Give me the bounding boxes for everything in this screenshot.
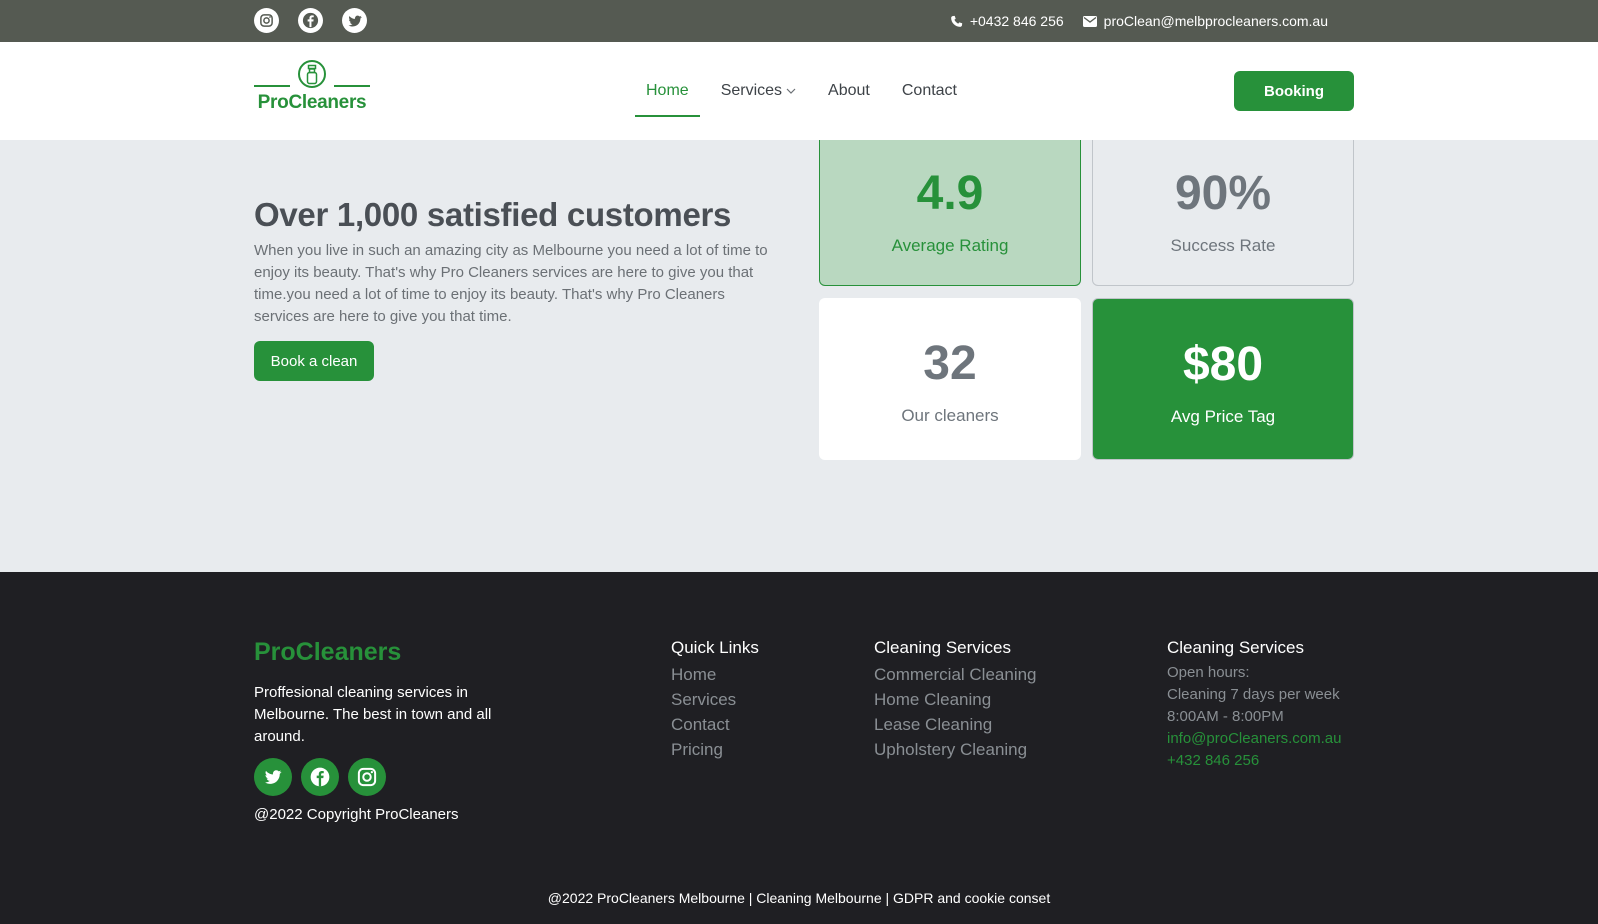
- stat-card-success: 90% Success Rate: [1092, 140, 1354, 286]
- hero-title: Over 1,000 satisfied customers: [254, 196, 732, 233]
- footer-quick-links: Quick Links Home Services Contact Pricin…: [671, 638, 759, 762]
- footer-link-pricing[interactable]: Pricing: [671, 737, 759, 762]
- stat-card-rating: 4.9 Average Rating: [819, 140, 1081, 286]
- hero-description: When you live in such an amazing city as…: [254, 242, 768, 325]
- footer-bottom-line: @2022 ProCleaners Melbourne | Cleaning M…: [547, 890, 1051, 906]
- open-days: Cleaning 7 days per week: [1167, 686, 1340, 703]
- site-header: ProCleaners Home Services About Contact …: [0, 42, 1598, 140]
- nav-about-label: About: [828, 82, 870, 99]
- stat-value: 4.9: [916, 167, 984, 220]
- nav-services[interactable]: Services: [710, 71, 807, 111]
- nav-services-label: Services: [720, 82, 783, 99]
- phone-icon: [950, 15, 963, 27]
- booking-button[interactable]: Booking: [1234, 71, 1354, 111]
- top-social-links: [254, 8, 386, 33]
- main-nav: Home Services About Contact: [635, 42, 978, 140]
- footer-social-links: [254, 758, 395, 796]
- facebook-icon[interactable]: [298, 8, 323, 33]
- mail-icon: [1082, 15, 1097, 27]
- book-a-clean-button[interactable]: Book a clean: [254, 341, 374, 381]
- footer-phone-link[interactable]: +432 846 256: [1167, 750, 1341, 772]
- footer-link-commercial[interactable]: Commercial Cleaning: [874, 662, 1037, 687]
- logo[interactable]: ProCleaners: [254, 60, 370, 120]
- logo-text: ProCleaners: [257, 92, 367, 113]
- stat-label: Success Rate: [1170, 236, 1276, 255]
- stat-card-cleaners: 32 Our cleaners: [819, 298, 1081, 460]
- stat-label: Our cleaners: [901, 406, 999, 425]
- footer-email-link[interactable]: info@proCleaners.com.au: [1167, 728, 1341, 750]
- stat-value: 32: [923, 337, 977, 390]
- top-bar: +0432 846 256 proClean@melbprocleaners.c…: [0, 0, 1598, 42]
- top-contact: +0432 846 256 proClean@melbprocleaners.c…: [931, 0, 1328, 42]
- top-email[interactable]: proClean@melbprocleaners.com.au: [1082, 13, 1328, 29]
- quick-links-title: Quick Links: [671, 638, 759, 657]
- footer-link-upholstery[interactable]: Upholstery Cleaning: [874, 737, 1037, 762]
- footer-link-home[interactable]: Home: [671, 662, 759, 687]
- twitter-icon[interactable]: [342, 8, 367, 33]
- services-title: Cleaning Services: [874, 638, 1012, 657]
- stat-card-price: $80 Avg Price Tag: [1092, 298, 1354, 460]
- nav-home[interactable]: Home: [635, 71, 700, 117]
- footer-link-services[interactable]: Services: [671, 687, 759, 712]
- chevron-down-icon: [786, 88, 796, 94]
- nav-about[interactable]: About: [817, 71, 881, 111]
- footer-tagline: Proffesional cleaning services in Melbou…: [254, 684, 492, 745]
- site-footer: ProCleaners Proffesional cleaning servic…: [0, 572, 1598, 924]
- stat-label: Avg Price Tag: [1170, 407, 1276, 426]
- nav-contact[interactable]: Contact: [891, 71, 968, 111]
- nav-home-label: Home: [646, 82, 689, 99]
- open-hours-label: Open hours:: [1167, 664, 1250, 681]
- footer-link-lease[interactable]: Lease Cleaning: [874, 712, 1037, 737]
- open-times: 8:00AM - 8:00PM: [1167, 708, 1284, 725]
- info-title: Cleaning Services: [1167, 638, 1305, 657]
- facebook-icon[interactable]: [301, 758, 339, 796]
- top-email-text: proClean@melbprocleaners.com.au: [1103, 13, 1328, 29]
- footer-services: Cleaning Services Commercial Cleaning Ho…: [874, 638, 1037, 762]
- footer-brand[interactable]: ProCleaners: [254, 638, 401, 667]
- footer-link-contact[interactable]: Contact: [671, 712, 759, 737]
- top-phone-text: +0432 846 256: [969, 13, 1064, 29]
- spray-bottle-icon: [254, 60, 370, 88]
- nav-contact-label: Contact: [901, 82, 957, 99]
- stat-label: Average Rating: [891, 236, 1009, 255]
- footer-link-home-cleaning[interactable]: Home Cleaning: [874, 687, 1037, 712]
- stat-value: $80: [1182, 338, 1264, 391]
- top-phone[interactable]: +0432 846 256: [950, 13, 1064, 29]
- twitter-icon[interactable]: [254, 758, 292, 796]
- instagram-icon[interactable]: [254, 8, 279, 33]
- stat-value: 90%: [1174, 167, 1272, 220]
- footer-info: Cleaning Services Open hours: Cleaning 7…: [1167, 638, 1341, 772]
- footer-copyright: @2022 Copyright ProCleaners: [254, 806, 459, 823]
- instagram-icon[interactable]: [348, 758, 386, 796]
